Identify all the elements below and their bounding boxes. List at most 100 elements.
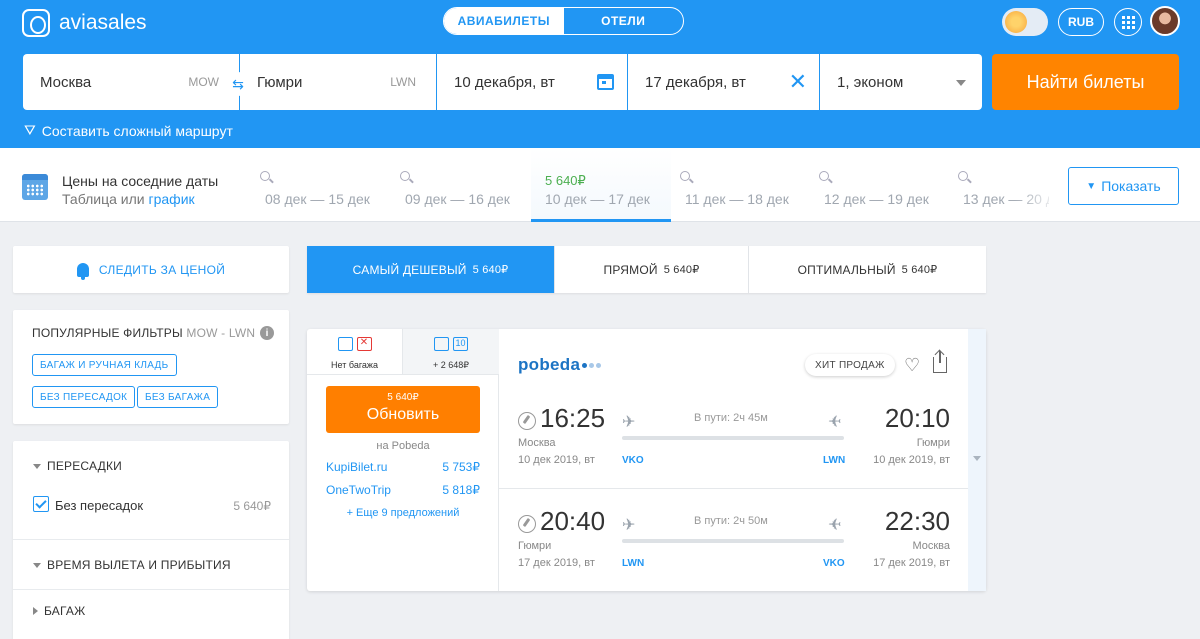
tab-price: 5 640₽: [472, 264, 509, 276]
date-range: 09 дек — 16 дек: [405, 191, 510, 207]
takeoff-icon: ✈: [622, 517, 636, 534]
departure-date: 10 дек 2019, вт: [518, 454, 595, 466]
tab-direct[interactable]: ПРЯМОЙ 5 640₽: [555, 246, 749, 293]
avatar[interactable]: [1150, 6, 1180, 36]
return-date-value: 17 декабря, вт: [645, 73, 746, 91]
destination-field[interactable]: Гюмри LWN: [240, 54, 436, 110]
baggage-section-header[interactable]: БАГАЖ: [33, 604, 85, 618]
logo-text: aviasales: [59, 11, 147, 34]
apps-grid-icon[interactable]: [1114, 8, 1142, 36]
baggage-option-extra[interactable]: 10 + 2 648₽: [403, 329, 499, 375]
departure-city: Гюмри: [518, 540, 552, 552]
agent-name: OneTwoTrip: [326, 483, 391, 497]
tab-flights[interactable]: АВИАБИЛЕТЫ: [444, 8, 564, 34]
date-cell[interactable]: 11 дек — 18 дек: [671, 148, 811, 222]
seller-label: на Pobeda: [376, 440, 430, 452]
table-link[interactable]: Таблица: [62, 191, 117, 207]
divider: [13, 539, 289, 540]
theme-toggle[interactable]: [1002, 8, 1048, 36]
show-button[interactable]: ▼ Показать: [1068, 167, 1179, 205]
swap-icon[interactable]: ⇆: [226, 72, 250, 96]
destination-value: Гюмри: [257, 73, 303, 91]
sort-tabs: САМЫЙ ДЕШЕВЫЙ 5 640₽ ПРЯМОЙ 5 640₽ ОПТИМ…: [307, 246, 986, 293]
logo[interactable]: aviasales: [22, 9, 147, 37]
arrival-city: Москва: [912, 540, 950, 552]
destination-code: LWN: [390, 75, 416, 89]
search-icon: [680, 171, 690, 181]
complex-route-label: Составить сложный маршрут: [41, 122, 233, 139]
currency-button[interactable]: RUB: [1058, 8, 1104, 36]
departure-airport: LWN: [622, 558, 645, 569]
baggage-option-none[interactable]: ✕ Нет багажа: [307, 329, 403, 375]
calendar-icon[interactable]: [597, 74, 614, 90]
nearby-dates-bar: Цены на соседние даты Таблица или график…: [0, 148, 1200, 222]
filter-chip-no-baggage[interactable]: БЕЗ БАГАЖА: [137, 386, 219, 408]
date-range: 11 дек — 18 дек: [685, 191, 789, 207]
chevron-down-icon: ▼: [1086, 180, 1097, 192]
departure-city: Москва: [518, 437, 556, 449]
fade-overlay: [1015, 148, 1060, 220]
airline-logo: pobeda: [518, 355, 602, 375]
complex-route-link[interactable]: ⛛ Составить сложный маршрут: [24, 122, 233, 139]
stops-section-header[interactable]: ПЕРЕСАДКИ: [33, 459, 122, 473]
origin-code: MOW: [188, 75, 219, 89]
popular-title-text: ПОПУЛЯРНЫЕ ФИЛЬТРЫ: [32, 326, 183, 340]
arrival-airport: VKO: [823, 558, 845, 569]
landing-icon: ✈: [828, 414, 842, 431]
date-range: 08 дек — 15 дек: [265, 191, 370, 207]
clear-icon[interactable]: ✕: [789, 71, 807, 93]
origin-field[interactable]: Москва MOW: [23, 54, 239, 110]
chart-link[interactable]: график: [149, 191, 195, 207]
origin-value: Москва: [40, 73, 92, 91]
depart-date-field[interactable]: 10 декабря, вт: [437, 54, 627, 110]
info-icon[interactable]: i: [260, 326, 274, 340]
popular-filters-title: ПОПУЛЯРНЫЕ ФИЛЬТРЫ MOW - LWN: [32, 326, 255, 340]
date-cell-selected[interactable]: 5 640₽ 10 дек — 17 дек: [531, 148, 671, 222]
bestseller-badge: ХИТ ПРОДАЖ: [805, 354, 895, 376]
popular-route: MOW - LWN: [186, 326, 256, 340]
ticket-price: 5 640₽: [387, 392, 419, 403]
header: aviasales АВИАБИЛЕТЫ ОТЕЛИ RUB Москва MO…: [0, 0, 1200, 148]
agent-price: 5 818₽: [442, 483, 480, 497]
depart-date-value: 10 декабря, вт: [454, 73, 555, 91]
tab-price: 5 640₽: [663, 264, 700, 276]
subscribe-button[interactable]: СЛЕДИТЬ ЗА ЦЕНОЙ: [13, 246, 289, 293]
search-button[interactable]: Найти билеты: [992, 54, 1179, 110]
date-cell[interactable]: 12 дек — 19 дек: [810, 148, 950, 222]
expand-rail[interactable]: [968, 329, 986, 591]
tab-hotels[interactable]: ОТЕЛИ: [564, 8, 684, 34]
calendar-icon: [22, 174, 48, 200]
baggage-title: БАГАЖ: [44, 604, 86, 618]
agent-offer[interactable]: OneTwoTrip 5 818₽: [326, 483, 480, 497]
chevron-right-icon: [33, 607, 38, 615]
more-offers-link[interactable]: + Еще 9 предложений: [307, 507, 499, 519]
filter-chip-baggage[interactable]: БАГАЖ И РУЧНАЯ КЛАДЬ: [32, 354, 177, 376]
no-baggage-icon: ✕: [356, 337, 372, 351]
nearby-dates-title: Цены на соседние даты: [62, 173, 219, 189]
passengers-select[interactable]: 1, эконом: [820, 54, 982, 110]
logo-icon: [22, 9, 50, 37]
update-button[interactable]: 5 640₽ Обновить: [326, 386, 480, 433]
date-cell[interactable]: 08 дек — 15 дек: [251, 148, 391, 222]
departure-airport: VKO: [622, 455, 644, 466]
date-cell[interactable]: 09 дек — 16 дек: [391, 148, 531, 222]
ticket-card[interactable]: ✕ Нет багажа 10 + 2 648₽ 5 640₽ Обновить…: [307, 329, 986, 591]
nonstop-checkbox[interactable]: [33, 496, 49, 512]
route-line: [622, 539, 844, 543]
chevron-down-icon: [33, 463, 41, 469]
buy-block: ✕ Нет багажа 10 + 2 648₽ 5 640₽ Обновить…: [307, 329, 499, 591]
route-line: [622, 436, 844, 440]
arrival-date: 17 дек 2019, вт: [873, 557, 950, 569]
filter-chip-nonstop[interactable]: БЕЗ ПЕРЕСАДОК: [32, 386, 136, 408]
agent-offer[interactable]: KupiBilet.ru 5 753₽: [326, 460, 480, 474]
times-section-header[interactable]: ВРЕМЯ ВЫЛЕТА И ПРИБЫТИЯ: [33, 558, 231, 572]
arrival-city: Гюмри: [916, 437, 950, 449]
divider: [13, 589, 289, 590]
product-switch: АВИАБИЛЕТЫ ОТЕЛИ: [443, 7, 684, 35]
tab-optimal[interactable]: ОПТИМАЛЬНЫЙ 5 640₽: [749, 246, 986, 293]
passengers-value: 1, эконом: [837, 73, 904, 91]
heart-icon[interactable]: ♡: [904, 356, 920, 374]
tab-cheapest[interactable]: САМЫЙ ДЕШЕВЫЙ 5 640₽: [307, 246, 555, 293]
return-date-field[interactable]: 17 декабря, вт ✕: [628, 54, 819, 110]
share-icon[interactable]: [933, 351, 947, 373]
